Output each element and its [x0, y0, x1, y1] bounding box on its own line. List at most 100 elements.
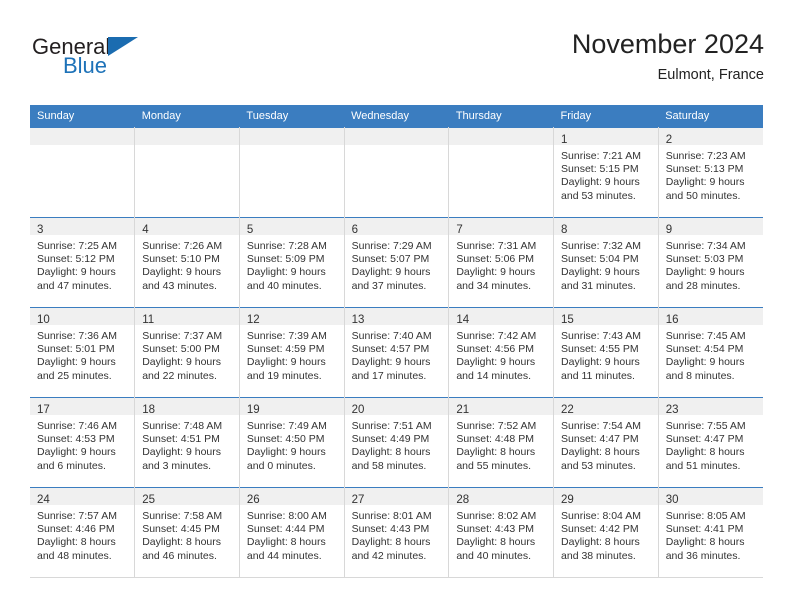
sunrise-text: Sunrise: 7:46 AM [37, 420, 117, 432]
calendar-day-cell[interactable]: 5 Sunrise: 7:28 AM Sunset: 5:09 PM Daylight… [239, 217, 345, 308]
day-number: 26 [246, 494, 260, 506]
calendar-day-cell[interactable]: 8 Sunrise: 7:32 AM Sunset: 5:04 PM Daylight… [553, 217, 659, 308]
day-number-band [135, 128, 239, 145]
day-number-band [239, 128, 344, 145]
calendar-day-cell[interactable]: 10 Sunrise: 7:36 AM Sunset: 5:01 PM Dayligh… [30, 307, 136, 398]
calendar-day-cell[interactable]: 3 Sunrise: 7:25 AM Sunset: 5:12 PM Daylight… [30, 217, 136, 308]
daylight-text: and 43 minutes. [142, 279, 217, 292]
sunrise-text: Sunrise: 7:55 AM [665, 420, 746, 432]
calendar-day-cell[interactable]: 25 Sunrise: 7:58 AM Sunset: 4:45 PM Dayligh… [134, 487, 240, 578]
daylight-text: Daylight: 8 hours [142, 536, 221, 549]
daylight-text: and 53 minutes. [561, 459, 636, 472]
calendar-day-cell[interactable]: 26 Sunrise: 8:00 AM Sunset: 4:44 PM Dayligh… [239, 487, 345, 578]
daylight-text: and 40 minutes. [456, 549, 532, 562]
day-number-band: 12 [239, 308, 344, 326]
calendar-day-cell[interactable]: 28 Sunrise: 8:02 AM Sunset: 4:43 PM Dayligh… [448, 487, 555, 578]
calendar-day-cell[interactable]: 4 Sunrise: 7:26 AM Sunset: 5:10 PM Daylight… [134, 217, 240, 308]
sunset-text: Sunset: 5:03 PM [665, 253, 744, 266]
calendar-day-cell[interactable]: 2 Sunrise: 7:23 AM Sunset: 5:13 PM Daylight… [658, 127, 763, 218]
calendar-day-cell[interactable]: 7 Sunrise: 7:31 AM Sunset: 5:06 PM Daylight… [448, 217, 555, 308]
day-number: 1 [561, 134, 568, 146]
weekday-header-wednesday: Wednesday [344, 105, 449, 128]
calendar-day-cell[interactable]: 9 Sunrise: 7:34 AM Sunset: 5:03 PM Daylight… [658, 217, 763, 308]
sunset-text: Sunset: 4:55 PM [561, 343, 639, 356]
calendar-day-cell[interactable]: 30 Sunrise: 8:05 AM Sunset: 4:41 PM Dayligh… [658, 487, 763, 578]
brand-logo[interactable]: General Blue [30, 34, 200, 88]
calendar-day-cell[interactable]: 22 Sunrise: 7:54 AM Sunset: 4:47 PM Dayligh… [553, 397, 659, 488]
calendar-day-cell[interactable]: 12 Sunrise: 7:39 AM Sunset: 4:59 PM Dayligh… [239, 307, 345, 398]
calendar-day-cell-empty [30, 127, 136, 218]
day-number-band: 26 [239, 488, 344, 506]
calendar-day-cell[interactable]: 6 Sunrise: 7:29 AM Sunset: 5:07 PM Daylight… [344, 217, 450, 308]
sunrise-text: Sunrise: 7:57 AM [37, 510, 117, 522]
day-number: 9 [665, 224, 673, 236]
day-number-band: 2 [658, 128, 763, 146]
brand-name-blue: Blue [63, 53, 108, 78]
daylight-text: Daylight: 9 hours [351, 356, 431, 369]
calendar-day-cell[interactable]: 13 Sunrise: 7:40 AM Sunset: 4:57 PM Dayligh… [344, 307, 450, 398]
sunset-text: Sunset: 4:48 PM [456, 433, 534, 446]
daylight-text: Daylight: 9 hours [142, 356, 221, 369]
calendar-header-row: Sunday Monday Tuesday Wednesday Thursday… [30, 105, 763, 128]
day-number-band: 5 [239, 218, 344, 236]
day-number: 10 [37, 314, 50, 326]
sunrise-text: Sunrise: 7:42 AM [456, 330, 537, 342]
day-number: 12 [246, 314, 260, 326]
calendar-grid: Sunday Monday Tuesday Wednesday Thursday… [30, 105, 763, 578]
day-number-band: 10 [30, 308, 135, 326]
calendar-day-cell[interactable]: 15 Sunrise: 7:43 AM Sunset: 4:55 PM Dayligh… [553, 307, 659, 398]
calendar-day-cell[interactable]: 1 Sunrise: 7:21 AM Sunset: 5:15 PM Daylight… [553, 127, 659, 218]
calendar-day-cell[interactable]: 14 Sunrise: 7:42 AM Sunset: 4:56 PM Dayligh… [448, 307, 555, 398]
day-cell-body: Sunrise: 7:46 AM Sunset: 4:53 PM Daylight:… [30, 415, 134, 473]
daylight-text: and 17 minutes. [351, 369, 427, 382]
day-cell-body: Sunrise: 7:23 AM Sunset: 5:13 PM Daylight:… [659, 145, 763, 203]
sunset-text: Sunset: 4:53 PM [37, 433, 115, 446]
calendar-day-cell[interactable]: 23 Sunrise: 7:55 AM Sunset: 4:47 PM Dayligh… [658, 397, 763, 488]
day-number: 3 [37, 224, 44, 236]
daylight-text: Daylight: 9 hours [37, 266, 116, 279]
calendar-day-cell-empty [134, 127, 240, 218]
day-number-band: 27 [344, 488, 449, 506]
day-number-band: 20 [344, 398, 449, 416]
day-number: 6 [351, 224, 359, 236]
day-number-band: 11 [135, 308, 239, 326]
day-number: 29 [561, 494, 574, 506]
daylight-text: and 8 minutes. [665, 369, 735, 382]
sunset-text: Sunset: 5:01 PM [37, 343, 115, 356]
sunrise-text: Sunrise: 7:45 AM [665, 330, 746, 342]
day-number: 25 [142, 494, 155, 506]
day-number-band: 24 [30, 488, 135, 506]
calendar-day-cell[interactable]: 29 Sunrise: 8:04 AM Sunset: 4:42 PM Dayligh… [553, 487, 659, 578]
calendar-day-cell[interactable]: 11 Sunrise: 7:37 AM Sunset: 5:00 PM Dayligh… [134, 307, 240, 398]
sunset-text: Sunset: 4:43 PM [351, 523, 430, 536]
daylight-text: Daylight: 9 hours [665, 266, 745, 279]
calendar-day-cell[interactable]: 27 Sunrise: 8:01 AM Sunset: 4:43 PM Dayligh… [344, 487, 450, 578]
calendar-table: Sunday Monday Tuesday Wednesday Thursday… [30, 105, 763, 578]
weekday-header-friday: Friday [553, 105, 659, 128]
day-number-band: 29 [554, 488, 658, 506]
calendar-day-cell[interactable]: 16 Sunrise: 7:45 AM Sunset: 4:54 PM Dayligh… [658, 307, 763, 398]
day-cell-body: Sunrise: 7:34 AM Sunset: 5:03 PM Daylight:… [659, 235, 763, 293]
day-cell-body: Sunrise: 7:39 AM Sunset: 4:59 PM Daylight:… [240, 325, 344, 383]
sunset-text: Sunset: 4:47 PM [561, 433, 639, 446]
sunset-text: Sunset: 4:41 PM [665, 523, 744, 536]
day-cell-body: Sunrise: 7:51 AM Sunset: 4:49 PM Daylight:… [345, 415, 449, 473]
daylight-text: and 48 minutes. [37, 549, 112, 562]
day-cell-body: Sunrise: 7:40 AM Sunset: 4:57 PM Daylight:… [345, 325, 449, 383]
sunrise-text: Sunrise: 7:49 AM [246, 420, 327, 432]
daylight-text: and 19 minutes. [246, 369, 322, 382]
calendar-day-cell[interactable]: 21 Sunrise: 7:52 AM Sunset: 4:48 PM Dayligh… [448, 397, 555, 488]
sunset-text: Sunset: 4:45 PM [142, 523, 220, 536]
day-cell-body: Sunrise: 7:48 AM Sunset: 4:51 PM Daylight:… [135, 415, 239, 473]
sunrise-text: Sunrise: 8:02 AM [456, 510, 537, 522]
calendar-day-cell[interactable]: 19 Sunrise: 7:49 AM Sunset: 4:50 PM Dayligh… [239, 397, 345, 488]
sunset-text: Sunset: 4:54 PM [665, 343, 744, 356]
calendar-day-cell[interactable]: 17 Sunrise: 7:46 AM Sunset: 4:53 PM Dayligh… [30, 397, 136, 488]
calendar-day-cell[interactable]: 24 Sunrise: 7:57 AM Sunset: 4:46 PM Dayligh… [30, 487, 136, 578]
day-cell-body: Sunrise: 7:55 AM Sunset: 4:47 PM Daylight:… [659, 415, 763, 473]
sunrise-text: Sunrise: 7:54 AM [561, 420, 641, 432]
calendar-day-cell[interactable]: 18 Sunrise: 7:48 AM Sunset: 4:51 PM Dayligh… [134, 397, 240, 488]
sunrise-text: Sunrise: 7:25 AM [37, 240, 117, 252]
day-cell-body: Sunrise: 7:21 AM Sunset: 5:15 PM Daylight:… [554, 145, 658, 203]
calendar-day-cell[interactable]: 20 Sunrise: 7:51 AM Sunset: 4:49 PM Dayligh… [344, 397, 450, 488]
